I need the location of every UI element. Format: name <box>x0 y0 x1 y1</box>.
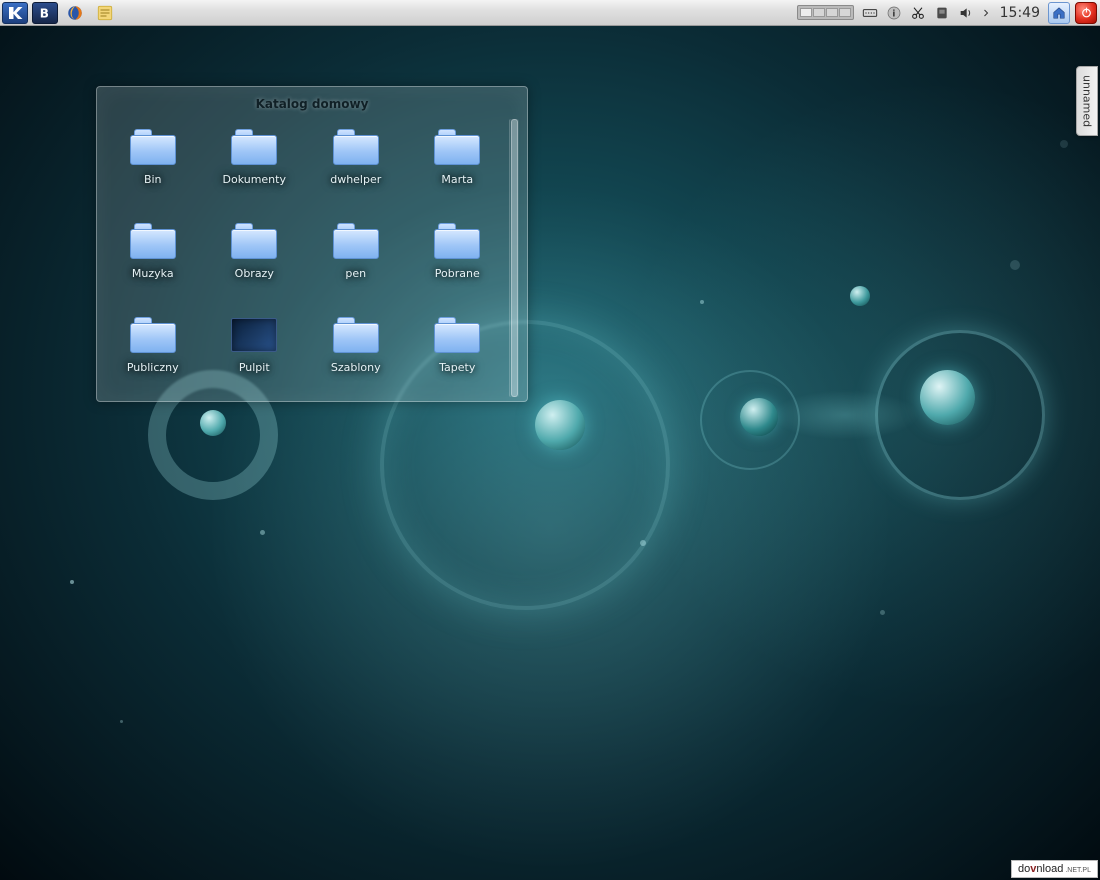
folder-item[interactable]: Tapety <box>410 307 506 397</box>
folder-item-label: Dokumenty <box>223 173 286 186</box>
bluefish-launcher[interactable]: B <box>32 2 58 24</box>
folder-icon <box>432 313 482 357</box>
tray-keyboard[interactable] <box>860 3 880 23</box>
folder-item[interactable]: Dokumenty <box>207 119 303 209</box>
folder-view-scrollbar[interactable] <box>509 119 519 397</box>
folder-view-grid: Bin Dokumenty dwhelper Marta Muzyka Obrazy pen… <box>105 119 519 397</box>
folder-item-label: Bin <box>144 173 162 186</box>
folder-item[interactable]: Pulpit <box>207 307 303 397</box>
scrollbar-thumb[interactable] <box>511 119 518 397</box>
firefox-launcher[interactable] <box>62 2 88 24</box>
folder-icon <box>432 219 482 263</box>
folder-item-label: Pulpit <box>239 361 270 374</box>
folder-item-label: Muzyka <box>132 267 174 280</box>
panel-clock[interactable]: 15:49 <box>994 5 1046 21</box>
desktop-pager[interactable] <box>797 5 854 20</box>
collapsed-widget-label: unnamed <box>1081 75 1094 127</box>
folder-view-widget[interactable]: Katalog domowy Bin Dokumenty dwhelper Marta… <box>96 86 528 402</box>
svg-text:i: i <box>892 9 895 19</box>
collapsed-widget-tab[interactable]: unnamed <box>1076 66 1098 136</box>
tray-info[interactable]: i <box>884 3 904 23</box>
folder-item-label: Publiczny <box>127 361 179 374</box>
folder-item-label: dwhelper <box>330 173 381 186</box>
folder-item-label: pen <box>345 267 366 280</box>
tray-expand[interactable] <box>980 3 992 23</box>
chevron-right-icon <box>980 5 992 21</box>
folder-icon <box>432 125 482 169</box>
folder-item[interactable]: Publiczny <box>105 307 201 397</box>
folder-view-title: Katalog domowy <box>105 93 519 119</box>
folder-item[interactable]: Szablony <box>308 307 404 397</box>
kickoff-launcher[interactable] <box>2 2 28 24</box>
tray-device[interactable] <box>932 3 952 23</box>
folder-item[interactable]: Pobrane <box>410 213 506 303</box>
folder-item-label: Pobrane <box>435 267 480 280</box>
info-icon: i <box>886 5 902 21</box>
folder-icon <box>331 125 381 169</box>
shutdown-button[interactable] <box>1075 2 1097 24</box>
firefox-icon <box>66 4 84 22</box>
folder-item[interactable]: Marta <box>410 119 506 209</box>
folder-item[interactable]: Obrazy <box>207 213 303 303</box>
download-watermark: dovnload.NET.PL <box>1011 860 1098 878</box>
folder-icon <box>331 313 381 357</box>
folder-item[interactable]: Bin <box>105 119 201 209</box>
folder-item[interactable]: pen <box>308 213 404 303</box>
taskbar-panel: B i 15:49 <box>0 0 1100 26</box>
notes-launcher[interactable] <box>92 2 118 24</box>
folder-item-label: Marta <box>441 173 473 186</box>
keyboard-icon <box>862 5 878 21</box>
letter-b-icon: B <box>36 4 54 22</box>
tray-volume[interactable] <box>956 3 976 23</box>
folder-icon <box>229 219 279 263</box>
power-icon <box>1080 6 1093 19</box>
folder-icon <box>229 125 279 169</box>
device-icon <box>934 5 950 21</box>
folder-item[interactable]: Muzyka <box>105 213 201 303</box>
folder-icon <box>128 125 178 169</box>
speaker-icon <box>958 5 974 21</box>
home-icon <box>1052 6 1066 20</box>
note-icon <box>96 4 114 22</box>
tray-clipboard[interactable] <box>908 3 928 23</box>
folder-icon <box>331 219 381 263</box>
folder-item-label: Obrazy <box>235 267 274 280</box>
show-desktop-button[interactable] <box>1048 2 1070 24</box>
scissors-icon <box>910 5 926 21</box>
svg-text:B: B <box>40 6 49 20</box>
folder-item-label: Tapety <box>439 361 475 374</box>
desktop-thumbnail-icon <box>229 313 279 357</box>
folder-icon <box>128 219 178 263</box>
folder-item[interactable]: dwhelper <box>308 119 404 209</box>
folder-item-label: Szablony <box>331 361 381 374</box>
folder-icon <box>128 313 178 357</box>
kde-icon <box>6 4 24 22</box>
